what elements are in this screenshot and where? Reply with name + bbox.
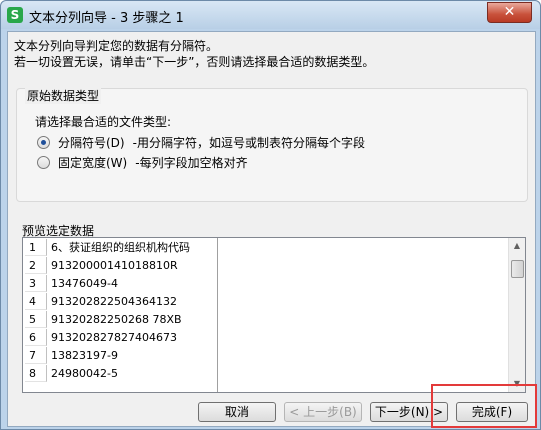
scroll-down-icon[interactable]: ▼ bbox=[509, 376, 525, 392]
row-number: 8 bbox=[25, 365, 47, 382]
text-to-columns-dialog: S 文本分列向导 - 3 步骤之 1 ✕ 文本分列向导判定您的数据有分隔符。 若… bbox=[0, 0, 541, 430]
table-row: 7 13823197-9 bbox=[23, 347, 503, 365]
table-row: 3 13476049-4 bbox=[23, 275, 503, 293]
row-number: 5 bbox=[25, 311, 47, 328]
radio-delimited[interactable]: 分隔符号(D) -用分隔字符，如逗号或制表符分隔每个字段 bbox=[37, 133, 365, 151]
radio-description: -每列字段加空格对齐 bbox=[135, 155, 248, 170]
next-button[interactable]: 下一步(N) > bbox=[370, 402, 448, 422]
close-button[interactable]: ✕ bbox=[487, 2, 532, 23]
intro-text: 文本分列向导判定您的数据有分隔符。 若一切设置无误，请单击“下一步”，否则请选择… bbox=[14, 38, 374, 70]
vertical-scrollbar[interactable]: ▲ ▼ bbox=[508, 238, 525, 392]
scroll-up-icon[interactable]: ▲ bbox=[509, 238, 525, 254]
row-value: 13476049-4 bbox=[51, 277, 118, 290]
row-value: 913202827827404673 bbox=[51, 331, 177, 344]
row-number: 2 bbox=[25, 257, 47, 274]
row-value: 6、获证组织的组织机构代码 bbox=[51, 241, 190, 254]
table-row: 1 6、获证组织的组织机构代码 bbox=[23, 239, 503, 257]
title-bar[interactable]: S 文本分列向导 - 3 步骤之 1 ✕ bbox=[1, 1, 540, 29]
radio-label[interactable]: 固定宽度(W) bbox=[58, 154, 127, 171]
scroll-thumb[interactable] bbox=[511, 260, 524, 278]
row-number: 7 bbox=[25, 347, 47, 364]
row-number: 6 bbox=[25, 329, 47, 346]
row-value: 913202822504364132 bbox=[51, 295, 177, 308]
radio-description: -用分隔字符，如逗号或制表符分隔每个字段 bbox=[132, 135, 365, 150]
row-number: 1 bbox=[25, 239, 47, 256]
radio-circle-icon[interactable] bbox=[37, 135, 50, 149]
data-preview[interactable]: 1 6、获证组织的组织机构代码 2 91320000141018810R 3 1… bbox=[22, 237, 526, 393]
file-type-prompt: 请选择最合适的文件类型: bbox=[35, 115, 172, 129]
dialog-body: 文本分列向导判定您的数据有分隔符。 若一切设置无误，请单击“下一步”，否则请选择… bbox=[7, 31, 536, 427]
cancel-button[interactable]: 取消 bbox=[198, 402, 276, 422]
table-row: 4 913202822504364132 bbox=[23, 293, 503, 311]
row-value: 13823197-9 bbox=[51, 349, 118, 362]
table-row: 6 913202827827404673 bbox=[23, 329, 503, 347]
intro-line-2: 若一切设置无误，请单击“下一步”，否则请选择最合适的数据类型。 bbox=[14, 55, 375, 69]
app-logo-icon: S bbox=[7, 7, 23, 23]
row-number: 4 bbox=[25, 293, 47, 310]
table-row: 5 91320282250268 78XB bbox=[23, 311, 503, 329]
row-value: 91320000141018810R bbox=[51, 259, 178, 272]
radio-fixed-width[interactable]: 固定宽度(W) -每列字段加空格对齐 bbox=[37, 153, 248, 171]
table-row: 2 91320000141018810R bbox=[23, 257, 503, 275]
table-row: 8 24980042-5 bbox=[23, 365, 503, 383]
finish-button[interactable]: 完成(F) bbox=[456, 402, 528, 422]
group-legend: 原始数据类型 bbox=[25, 87, 102, 104]
row-value: 91320282250268 78XB bbox=[51, 313, 182, 326]
row-value: 24980042-5 bbox=[51, 367, 118, 380]
intro-line-1: 文本分列向导判定您的数据有分隔符。 bbox=[14, 39, 219, 53]
window-title: 文本分列向导 - 3 步骤之 1 bbox=[29, 11, 184, 26]
radio-label[interactable]: 分隔符号(D) bbox=[58, 134, 125, 151]
original-data-type-group: 原始数据类型 请选择最合适的文件类型: 分隔符号(D) -用分隔字符，如逗号或制… bbox=[16, 87, 528, 202]
radio-circle-icon[interactable] bbox=[37, 155, 50, 169]
back-button[interactable]: < 上一步(B) bbox=[284, 402, 362, 422]
row-number: 3 bbox=[25, 275, 47, 292]
